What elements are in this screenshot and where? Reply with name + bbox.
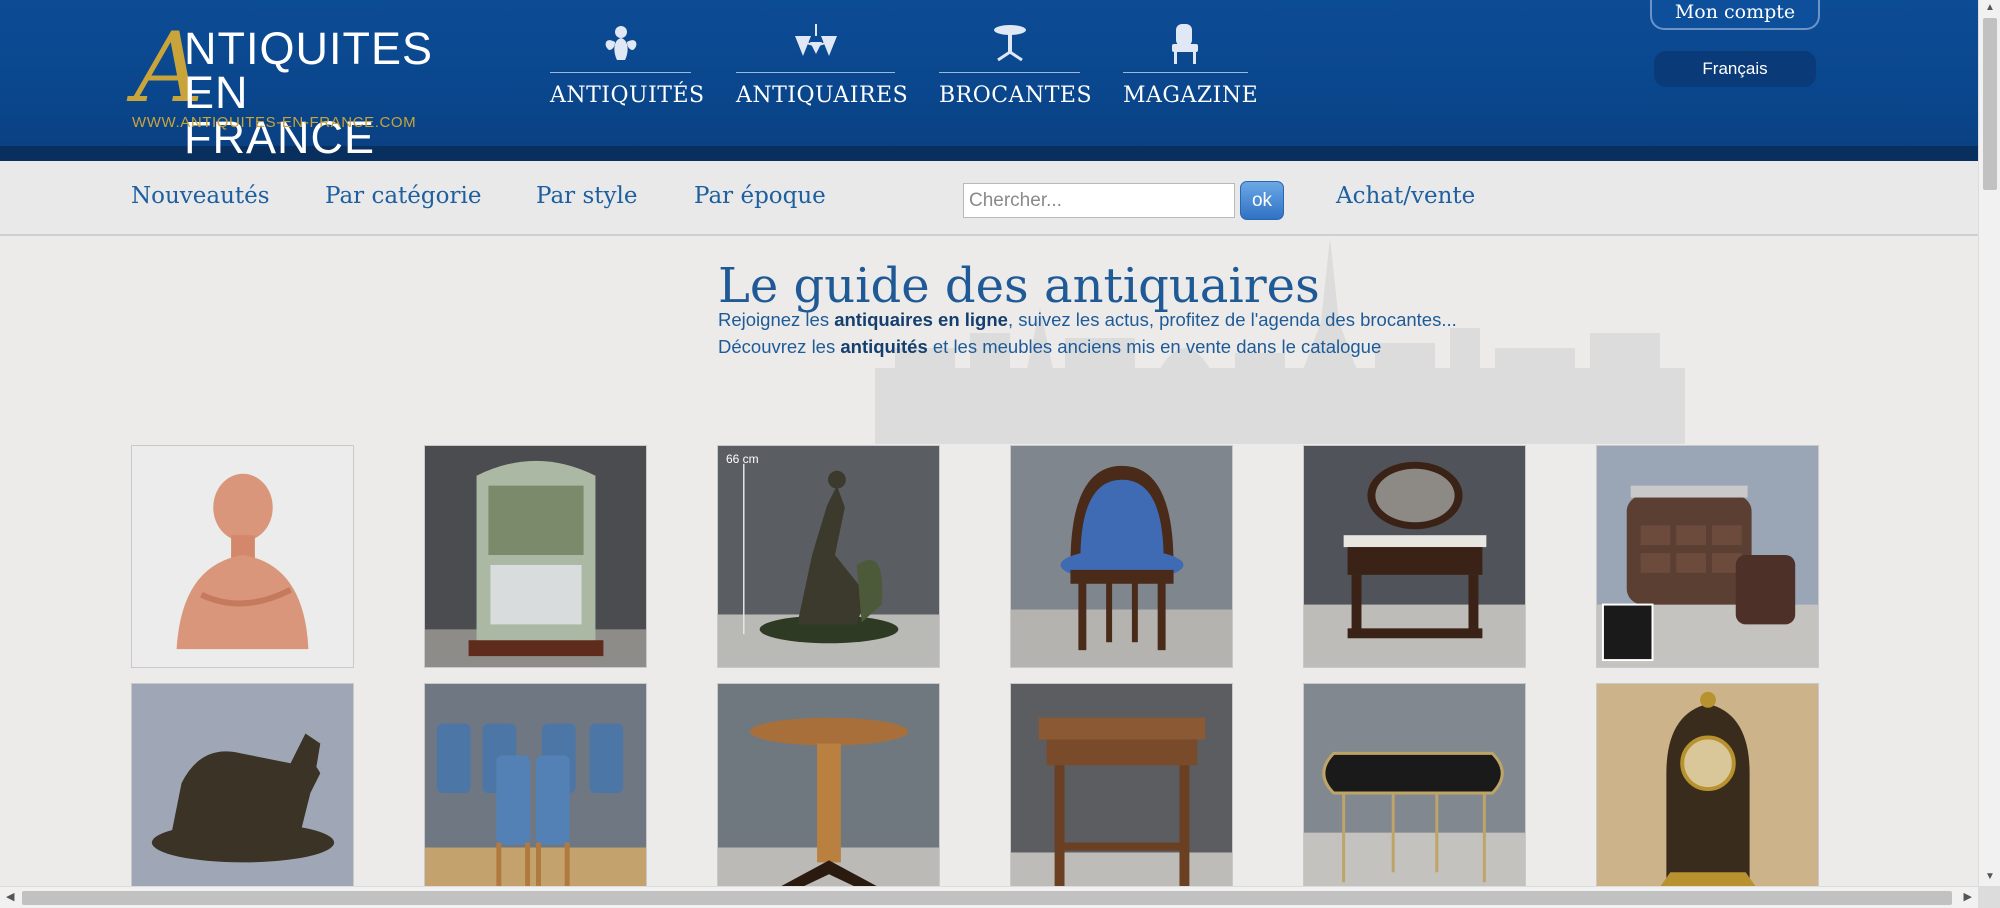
horizontal-scrollbar[interactable]: ◀ ▶: [0, 886, 1978, 908]
nav-antiquaires[interactable]: ANTIQUAIRES: [736, 22, 909, 112]
site-logo[interactable]: A NTIQUITES EN FRANCE WWW.ANTIQUITES-EN-…: [130, 20, 440, 160]
blue-chairs-image: [425, 684, 646, 905]
product-thumbnail[interactable]: [1303, 683, 1526, 906]
subnav-par-style[interactable]: Par style: [536, 183, 637, 209]
scroll-up-icon[interactable]: ▲: [1985, 3, 1995, 13]
nav-rule: [736, 72, 895, 73]
logo-url: WWW.ANTIQUITES-EN-FRANCE.COM: [132, 114, 417, 131]
intro-text: Rejoignez les: [718, 309, 835, 330]
vertical-scroll-thumb[interactable]: [1983, 18, 1997, 190]
scroll-down-icon[interactable]: ▼: [1985, 872, 1995, 882]
nav-magazine[interactable]: MAGAZINE: [1123, 22, 1259, 112]
product-thumbnail[interactable]: [424, 445, 647, 668]
nav-rule: [1123, 72, 1248, 73]
product-thumbnail[interactable]: [717, 683, 940, 906]
pedestal-table-image: [718, 684, 939, 905]
product-thumbnail[interactable]: [1596, 683, 1819, 906]
product-gallery: 66 cm: [131, 445, 1821, 906]
subnav-nouveautes[interactable]: Nouveautés: [131, 183, 270, 209]
nav-brocantes[interactable]: BROCANTES: [939, 22, 1093, 112]
product-thumbnail[interactable]: [131, 445, 354, 668]
terracotta-bust-image: [132, 446, 353, 667]
bronze-dog-image: [132, 684, 353, 905]
vertical-scrollbar[interactable]: ▲ ▼: [1978, 0, 2000, 908]
nav-label: ANTIQUAIRES: [736, 83, 909, 108]
antiquites-link[interactable]: antiquités: [840, 336, 927, 357]
page-title: Le guide des antiquaires: [718, 258, 1320, 314]
art-deco-cabinet-image: [1597, 446, 1818, 667]
pedestal-table-icon: [993, 25, 1026, 62]
intro-text: , suivez les actus, profitez de l'agenda…: [1007, 309, 1457, 330]
nesting-tables-image: [1304, 684, 1525, 905]
product-thumbnail[interactable]: [1010, 445, 1233, 668]
sub-nav: Nouveautés Par catégorie Par style Par é…: [0, 161, 1978, 236]
scroll-left-icon[interactable]: ◀: [6, 892, 14, 903]
product-thumbnail[interactable]: [1303, 445, 1526, 668]
logo-line-1: NTIQUITES: [184, 23, 434, 74]
account-tab[interactable]: Mon compte: [1650, 0, 1820, 30]
product-thumbnail[interactable]: [1596, 445, 1819, 668]
bergere-chair-image: [1011, 446, 1232, 667]
subnav-par-categorie[interactable]: Par catégorie: [325, 183, 481, 209]
scroll-right-icon[interactable]: ▶: [1964, 892, 1972, 903]
horizontal-scroll-thumb[interactable]: [22, 891, 1952, 905]
nav-label: MAGAZINE: [1123, 83, 1259, 108]
nav-rule: [939, 72, 1080, 73]
intro-text: Découvrez les: [718, 336, 841, 357]
search-input[interactable]: [963, 183, 1235, 218]
intro-line-2: Découvrez les antiquités et les meubles …: [718, 336, 1381, 358]
armchair-icon: [1171, 24, 1198, 64]
product-thumbnail[interactable]: [1010, 683, 1233, 906]
product-thumbnail[interactable]: [131, 683, 354, 906]
nav-label: ANTIQUITÉS: [550, 83, 705, 108]
subnav-par-epoque[interactable]: Par époque: [694, 183, 826, 209]
product-thumbnail[interactable]: [424, 683, 647, 906]
scrollbar-corner: [1978, 886, 2000, 908]
burl-table-image: [1011, 684, 1232, 905]
antiquaires-link[interactable]: antiquaires en ligne: [834, 309, 1008, 330]
site-header: A NTIQUITES EN FRANCE WWW.ANTIQUITES-EN-…: [0, 0, 1978, 161]
measure-label: 66 cm: [726, 452, 759, 466]
nav-label: BROCANTES: [939, 83, 1093, 108]
bronze-sculpture-image: [718, 446, 939, 667]
intro-line-1: Rejoignez les antiquaires en ligne, suiv…: [718, 309, 1457, 331]
account-label: Mon compte: [1674, 1, 1796, 23]
product-thumbnail[interactable]: 66 cm: [717, 445, 940, 668]
nav-rule: [550, 72, 691, 73]
nav-antiquites[interactable]: ANTIQUITÉS: [550, 22, 705, 112]
subnav-achat-vente[interactable]: Achat/vente: [1336, 183, 1475, 209]
trumeau-mirror-image: [425, 446, 646, 667]
intro-text: et les meubles anciens mis en vente dans…: [927, 336, 1382, 357]
chandelier-icon: [794, 24, 837, 56]
cartel-clock-image: [1597, 684, 1818, 905]
language-button[interactable]: Français: [1654, 51, 1816, 87]
search-button[interactable]: ok: [1240, 181, 1284, 220]
cherub-icon: [605, 26, 636, 60]
dressing-table-image: [1304, 446, 1525, 667]
